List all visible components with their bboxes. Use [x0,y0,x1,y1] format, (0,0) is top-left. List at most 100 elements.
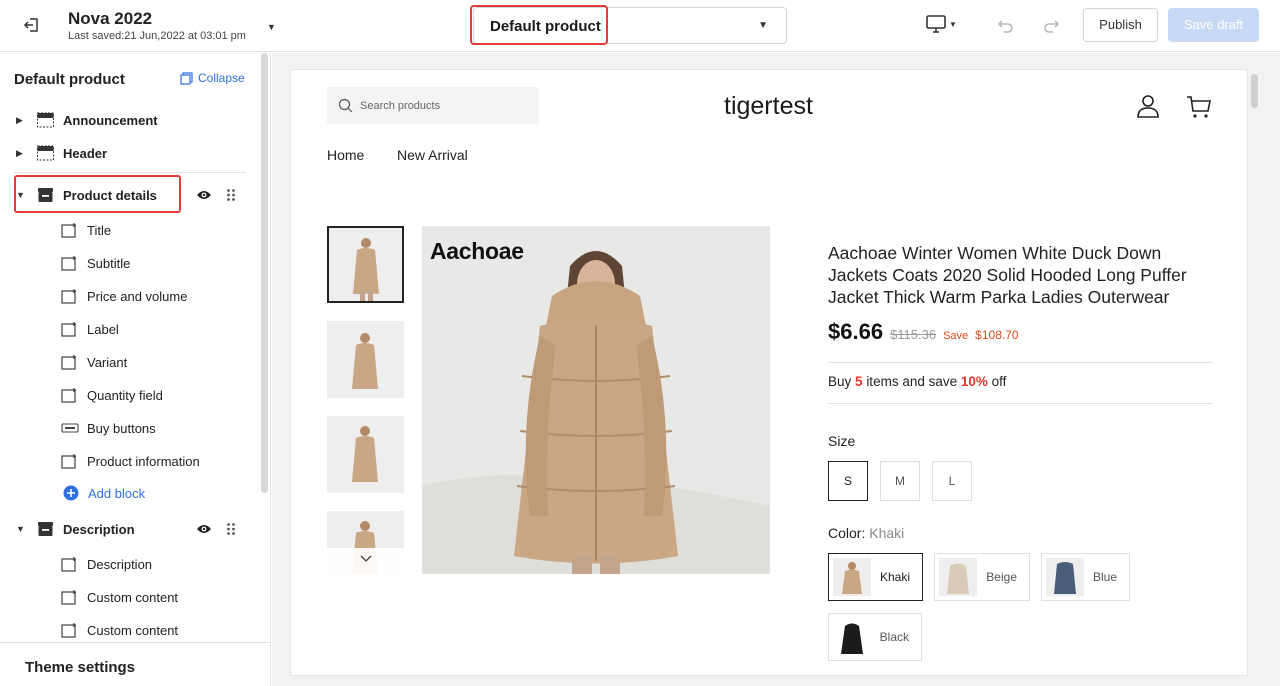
size-option[interactable]: L [932,461,972,501]
eye-icon[interactable] [196,189,212,201]
collapse-icon [180,71,193,85]
eye-icon[interactable] [196,523,212,535]
drag-handle-icon[interactable] [226,188,236,202]
color-swatch [833,558,871,596]
store-name[interactable]: tigertest [724,92,813,121]
section-announcement[interactable]: ▶ Announcement [0,106,258,134]
top-bar: Nova 2022 Last saved:21 Jun,2022 at 03:0… [0,0,1280,52]
block-buy-buttons[interactable]: Buy buttons [0,414,258,442]
nav-home[interactable]: Home [327,147,364,163]
add-block-label: Add block [88,485,146,501]
header-section-icon [37,145,54,161]
block-icon [61,354,79,370]
block-subtitle[interactable]: Subtitle [0,249,258,277]
block-custom-content[interactable]: Custom content [0,583,258,611]
size-label: Size [828,433,856,449]
block-variant[interactable]: Variant [0,348,258,376]
color-option-black[interactable]: Black [828,613,922,661]
price-row: $6.66 $115.36 Save $108.70 [828,319,1019,345]
color-swatch [833,618,871,656]
color-option-blue[interactable]: Blue [1041,553,1130,601]
color-name: Khaki [879,570,910,584]
color-name: Blue [1092,570,1117,584]
redo-icon[interactable] [1041,15,1061,35]
color-option-beige[interactable]: Beige [934,553,1030,601]
selected-color-value: Khaki [869,525,905,541]
sidebar-divider [14,172,246,173]
color-option-khaki[interactable]: Khaki [828,553,923,601]
theme-settings-button[interactable]: Theme settings [0,642,270,686]
size-option[interactable]: S [828,461,868,501]
block-label: Label [87,321,119,337]
undo-icon[interactable] [996,15,1016,35]
account-icon[interactable] [1136,94,1160,118]
last-saved-text: Last saved:21 Jun,2022 at 03:01 pm [68,30,246,42]
block-custom-content[interactable]: Custom content [0,616,258,644]
collapse-button[interactable]: Collapse [180,71,245,85]
add-block-button[interactable]: Add block [0,479,258,507]
divider [828,403,1213,404]
block-label: Custom content [87,589,179,605]
cart-icon[interactable] [1186,95,1212,119]
block-label: Quantity field [87,387,163,403]
exit-icon[interactable] [22,15,42,35]
block-label-item[interactable]: Label [0,315,258,343]
brand-logo: Aachoae [430,238,524,264]
block-quantity-field[interactable]: Quantity field [0,381,258,409]
save-draft-button[interactable]: Save draft [1168,8,1259,42]
block-icon [61,556,79,572]
color-name: Black [879,630,909,644]
section-description[interactable]: ▼ Description [0,515,258,543]
block-icon [61,453,79,469]
block-label: Product information [87,453,200,469]
drag-handle-icon[interactable] [226,522,236,536]
product-thumbnail[interactable] [327,321,404,398]
theme-name: Nova 2022 [68,9,153,28]
block-product-information[interactable]: Product information [0,447,258,475]
product-thumbnail[interactable] [327,416,404,493]
publish-button[interactable]: Publish [1083,8,1158,42]
save-label: Save [943,330,969,342]
thumbnail-scroll-down[interactable] [327,548,404,574]
description-section-icon [37,521,54,537]
nav-new-arrival[interactable]: New Arrival [397,147,468,163]
block-icon [61,288,79,304]
announcement-section-icon [37,112,54,128]
caret-right-icon[interactable]: ▶ [16,115,23,126]
chevron-down-icon [360,555,371,562]
block-icon [61,321,79,337]
block-label: Subtitle [87,255,131,271]
product-main-image[interactable]: Aachoae [422,226,770,574]
volume-offer-text: Buy 5 items and save 10% off [828,374,1007,389]
caret-right-icon[interactable]: ▶ [16,148,23,159]
search-placeholder: Search products [360,99,441,112]
block-label: Price and volume [87,288,188,304]
page-selector-highlight [470,5,608,45]
sidebar-scrollbar[interactable] [261,53,268,493]
block-description[interactable]: Description [0,550,258,578]
store-search-input[interactable]: Search products [327,87,539,124]
block-label: Variant [87,354,128,370]
product-price: $6.66 [828,319,884,344]
block-label: Title [87,222,112,238]
section-header[interactable]: ▶ Header [0,139,258,167]
block-title[interactable]: Title [0,216,258,244]
chevron-down-icon: ▼ [758,20,768,31]
preview-scrollbar[interactable] [1251,74,1258,108]
block-price-and-volume[interactable]: Price and volume [0,282,258,310]
desktop-icon[interactable] [925,14,947,34]
block-icon [61,222,79,238]
color-swatch [939,558,977,596]
size-option[interactable]: M [880,461,920,501]
product-thumbnail[interactable] [327,226,404,303]
plus-circle-icon [63,485,79,501]
btn-icon [61,420,79,436]
caret-down-icon[interactable]: ▼ [16,524,25,534]
sidebar-title: Default product [14,71,125,88]
compare-at-price: $115.36 [890,327,937,342]
device-dropdown-icon[interactable]: ▼ [949,20,957,29]
storefront-preview: Search products tigertest Home New Arriv… [290,69,1248,676]
block-label: Custom content [87,622,179,638]
theme-dropdown-icon[interactable]: ▼ [267,22,276,32]
color-swatch [1046,558,1084,596]
